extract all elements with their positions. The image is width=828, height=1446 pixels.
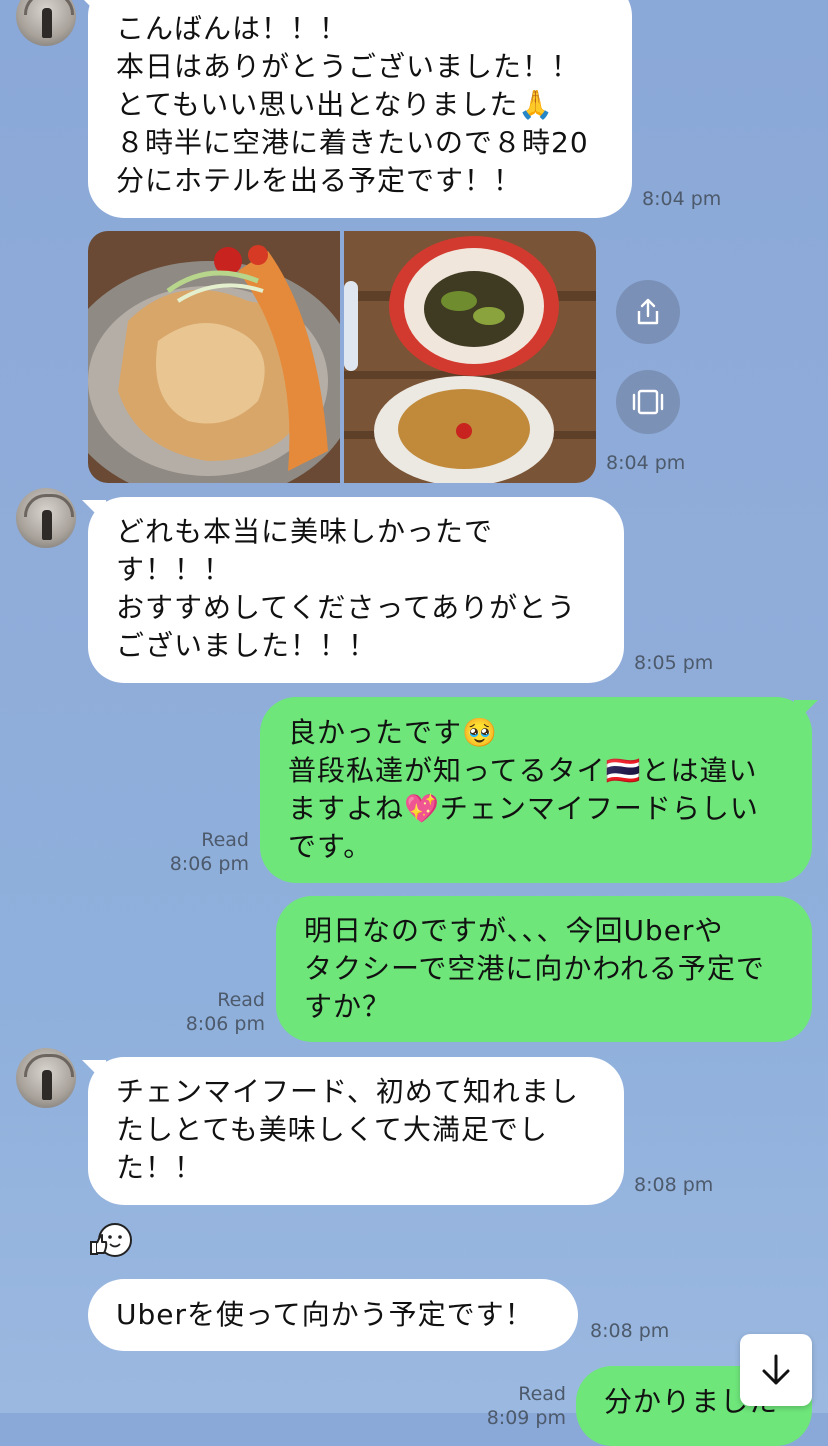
- message-timestamp: 8:06 pm: [185, 1013, 265, 1035]
- message-text: 分にホテルを出る予定です！！: [116, 164, 523, 197]
- message-text: こんばんは！！！: [116, 12, 349, 45]
- message-bubble-incoming[interactable]: こんばんは！！！ 本日はありがとうございました！！ とてもいい思い出となりました…: [88, 0, 632, 218]
- message-timestamp: 8:04 pm: [642, 188, 722, 210]
- read-status: Read 8:06 pm: [176, 988, 265, 1036]
- message-text: 普段私達が知ってるタイ🇹🇭とは違い: [288, 754, 758, 787]
- message-text: た！！: [116, 1151, 204, 1184]
- avatar[interactable]: [16, 488, 76, 548]
- message-bubble-outgoing[interactable]: 明日なのですが、、、今回Uberや タクシーで空港に向かわれる予定で すか？: [276, 896, 812, 1042]
- message-text: とてもいい思い出となりました🙏: [116, 88, 555, 121]
- arrow-down-icon: [762, 1354, 790, 1385]
- food-photo-fried[interactable]: [88, 231, 340, 483]
- message-text: です。: [288, 830, 373, 863]
- message-text: ございました！！！: [116, 629, 378, 662]
- message-text: ますよね💖チェンマイフードらしい: [288, 792, 759, 825]
- scroll-to-bottom-button[interactable]: [740, 1334, 812, 1406]
- message-bubble-incoming[interactable]: チェンマイフード、初めて知れまし たしとても美味しくて大満足でし た！！: [88, 1057, 624, 1205]
- message-text: すか？: [304, 990, 392, 1023]
- message-text: おすすめしてくださってありがとう: [116, 591, 577, 624]
- message-timestamp: 8:09 pm: [486, 1407, 566, 1429]
- message-timestamp: 8:04 pm: [606, 452, 686, 474]
- message-timestamp: 8:05 pm: [634, 652, 714, 674]
- message-timestamp: 8:08 pm: [590, 1320, 670, 1342]
- read-label: Read: [201, 829, 249, 851]
- message-text: 明日なのですが、、、今回Uberや: [304, 914, 724, 947]
- share-icon: [637, 298, 659, 325]
- message-bubble-incoming[interactable]: どれも本当に美味しかったで す！！！ おすすめしてくださってありがとう ございま…: [88, 497, 624, 683]
- message-text: Uberを使って向かう予定です！: [116, 1298, 534, 1331]
- share-button[interactable]: [616, 280, 680, 344]
- read-status: Read 8:06 pm: [160, 828, 249, 876]
- thumbs-up-sticker-icon[interactable]: [88, 1220, 134, 1264]
- message-text: す！！！: [116, 553, 233, 586]
- message-timestamp: 8:08 pm: [634, 1174, 714, 1196]
- read-status: Read 8:09 pm: [477, 1382, 566, 1430]
- message-text: たしとても美味しくて大満足でし: [116, 1113, 548, 1146]
- read-label: Read: [518, 1383, 566, 1405]
- gallery-button[interactable]: [616, 370, 680, 434]
- message-bubble-incoming[interactable]: Uberを使って向かう予定です！: [88, 1279, 578, 1351]
- message-text: タクシーで空港に向かわれる予定で: [304, 952, 765, 985]
- message-text: チェンマイフード、初めて知れまし: [116, 1075, 579, 1108]
- avatar[interactable]: [16, 1048, 76, 1108]
- message-text: 本日はありがとうございました！！: [116, 50, 581, 83]
- message-bubble-outgoing[interactable]: 良かったです🥹 普段私達が知ってるタイ🇹🇭とは違い ますよね💖チェンマイフードら…: [260, 697, 812, 883]
- message-text: 良かったです🥹: [288, 716, 498, 749]
- message-timestamp: 8:06 pm: [169, 853, 249, 875]
- message-text: ８時半に空港に着きたいので８時20: [116, 126, 589, 159]
- read-label: Read: [217, 989, 265, 1011]
- avatar[interactable]: [16, 0, 76, 46]
- gallery-icon: [632, 389, 664, 415]
- food-photo-dishes[interactable]: [344, 231, 596, 483]
- message-text: どれも本当に美味しかったで: [116, 515, 494, 548]
